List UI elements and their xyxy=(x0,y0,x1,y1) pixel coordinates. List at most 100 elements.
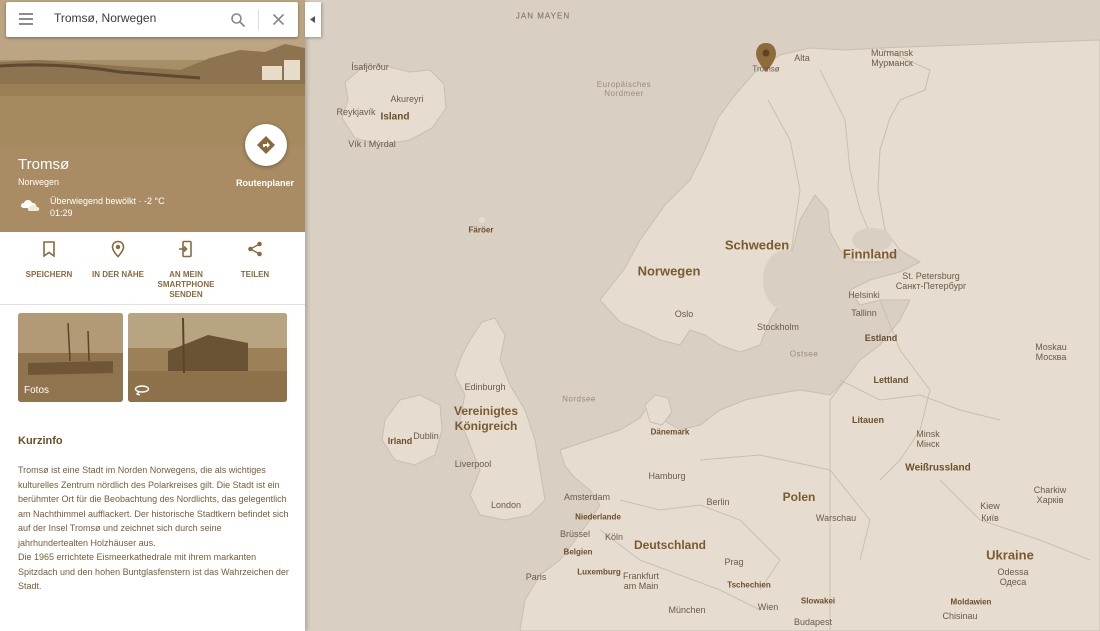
map-label-helsinki: Helsinki xyxy=(848,290,880,300)
map-label-moskau-ru: Москва xyxy=(1035,352,1067,362)
map-label-vereinigtes: Vereinigtes xyxy=(453,404,519,418)
map-label-budapest: Budapest xyxy=(793,617,833,627)
map-label-minsk-ru: Мінск xyxy=(916,439,940,449)
map-label-lettland: Lettland xyxy=(873,375,909,385)
map-label-kiew: Kiew xyxy=(980,501,1000,511)
map-label-irland: Irland xyxy=(387,436,413,446)
place-title: Tromsø xyxy=(18,156,70,173)
menu-icon[interactable] xyxy=(18,12,34,26)
map-label-koenigreich: Königreich xyxy=(454,419,518,433)
map-label-minsk: Minsk xyxy=(916,429,940,439)
map-label-belgien: Belgien xyxy=(563,547,593,557)
map-label-bruessel: Brüssel xyxy=(559,529,591,539)
map-label-st-petersburg: St. Petersburg xyxy=(902,271,960,281)
place-subtitle: Norwegen xyxy=(18,177,60,187)
map-label-island: Island xyxy=(380,111,410,123)
map-label-norwegen: Norwegen xyxy=(637,263,701,279)
map-label-warschau: Warschau xyxy=(815,513,857,523)
map-label-niederlande: Niederlande xyxy=(575,512,621,522)
map-label-liverpool: Liverpool xyxy=(454,459,492,469)
map-label-paris: Paris xyxy=(525,572,547,582)
send-to-phone-button[interactable]: AN MEIN SMARTPHONE SENDEN xyxy=(145,240,227,300)
map-label-alta: Alta xyxy=(794,53,810,63)
send-to-phone-label: AN MEIN SMARTPHONE SENDEN xyxy=(157,270,215,299)
map-label-finnland: Finnland xyxy=(842,246,898,262)
map-label-faroer: Färöer xyxy=(468,225,494,235)
street-view-tile[interactable] xyxy=(128,313,287,402)
map-label-dublin: Dublin xyxy=(413,431,439,441)
map-label-berlin: Berlin xyxy=(706,497,730,507)
nearby-button[interactable]: IN DER NÄHE xyxy=(83,240,153,280)
weather-block: Überwiegend bewölkt · -2 °C 01:29 xyxy=(50,195,165,219)
map-label-nordsee: Nordsee xyxy=(562,394,596,404)
map-label-chisinau: Chisinau xyxy=(942,611,978,621)
nearby-icon xyxy=(111,240,125,258)
map-label-vik: Vík í Mýrdal xyxy=(348,139,396,149)
caret-left-icon xyxy=(310,16,315,23)
map-label-st-petersburg-ru: Санкт-Петербург xyxy=(895,281,967,291)
map-label-murmansk: Murmansk xyxy=(870,48,914,58)
cloudy-weather-icon xyxy=(21,200,40,211)
map-label-polen: Polen xyxy=(782,490,816,504)
search-icon[interactable] xyxy=(230,12,246,28)
map-label-schweden: Schweden xyxy=(724,237,790,253)
search-separator xyxy=(258,10,259,30)
map-label-moldawien: Moldawien xyxy=(950,597,992,607)
section-divider xyxy=(0,304,305,305)
map-label-wien: Wien xyxy=(757,602,779,612)
map-label-akureyri: Akureyri xyxy=(390,94,424,104)
map-label-ostsee: Ostsee xyxy=(789,349,819,359)
weather-text: Überwiegend bewölkt · -2 °C xyxy=(50,196,165,206)
local-time: 01:29 xyxy=(50,208,73,218)
map-label-weissrussland: Weißrussland xyxy=(905,462,971,474)
map-label-litauen: Litauen xyxy=(851,415,885,425)
map-label-murmansk-ru: Мурманск xyxy=(871,58,913,68)
photos-label: Fotos xyxy=(24,385,50,396)
map-label-daenemark: Dänemark xyxy=(650,427,690,437)
map-label-tallinn: Tallinn xyxy=(851,308,877,318)
share-label: TEILEN xyxy=(240,270,270,279)
map-label-hamburg: Hamburg xyxy=(648,471,686,481)
map-label-jan-mayen: JAN MAYEN xyxy=(515,11,571,21)
map-label-amsterdam: Amsterdam xyxy=(563,492,611,502)
map-label-koeln: Köln xyxy=(604,532,624,542)
map-label-london: London xyxy=(490,500,522,510)
street-view-360-icon xyxy=(134,385,150,396)
map-label-prag: Prag xyxy=(724,557,744,567)
map-label-muenchen: München xyxy=(668,605,706,615)
map-label-kiew-ua: Київ xyxy=(981,513,999,523)
directions-button[interactable] xyxy=(245,124,287,166)
map-label-odessa-ua: Одеса xyxy=(999,577,1027,587)
share-icon xyxy=(248,241,262,257)
side-panel: Tromsø Norwegen Überwiegend bewölkt · -2… xyxy=(0,0,305,631)
map-label-reykjavik: Reykjavík xyxy=(336,107,376,117)
map-label-ukraine: Ukraine xyxy=(986,547,1034,563)
map-label-oslo: Oslo xyxy=(674,309,694,319)
street-view-thumbnail xyxy=(128,313,287,402)
map-label-moskau: Moskau xyxy=(1035,342,1067,352)
save-button[interactable]: SPEICHERN xyxy=(14,240,84,280)
map-label-isafjordur: Ísafjörður xyxy=(351,62,389,72)
close-icon[interactable] xyxy=(272,13,285,26)
map-label-charkiw-ua: Харків xyxy=(1036,495,1064,505)
directions-label: Routenplaner xyxy=(236,178,295,188)
map-label-tschechien: Tschechien xyxy=(727,580,771,590)
map-label-frankfurt: Frankfurt am Main xyxy=(622,571,659,591)
map-label-estland: Estland xyxy=(864,333,898,343)
photos-tile[interactable]: Fotos xyxy=(18,313,123,402)
share-button[interactable]: TEILEN xyxy=(220,240,290,280)
search-box xyxy=(6,2,298,37)
bookmark-icon xyxy=(43,241,55,258)
info-description: Tromsø ist eine Stadt im Norden Norwegen… xyxy=(18,465,289,591)
map-label-deutschland: Deutschland xyxy=(633,538,707,552)
map-label-charkiw: Charkiw xyxy=(1033,485,1067,495)
map-marker-label: Tromsø xyxy=(752,64,780,74)
info-heading: Kurzinfo xyxy=(18,435,63,447)
save-label: SPEICHERN xyxy=(25,270,73,279)
send-to-phone-icon xyxy=(179,240,192,258)
search-input[interactable] xyxy=(54,11,219,25)
collapse-panel-button[interactable] xyxy=(305,2,321,37)
map-label-slowakei: Slowakei xyxy=(800,596,836,606)
map-label-luxemburg: Luxemburg xyxy=(577,567,621,577)
nearby-label: IN DER NÄHE xyxy=(91,270,144,279)
